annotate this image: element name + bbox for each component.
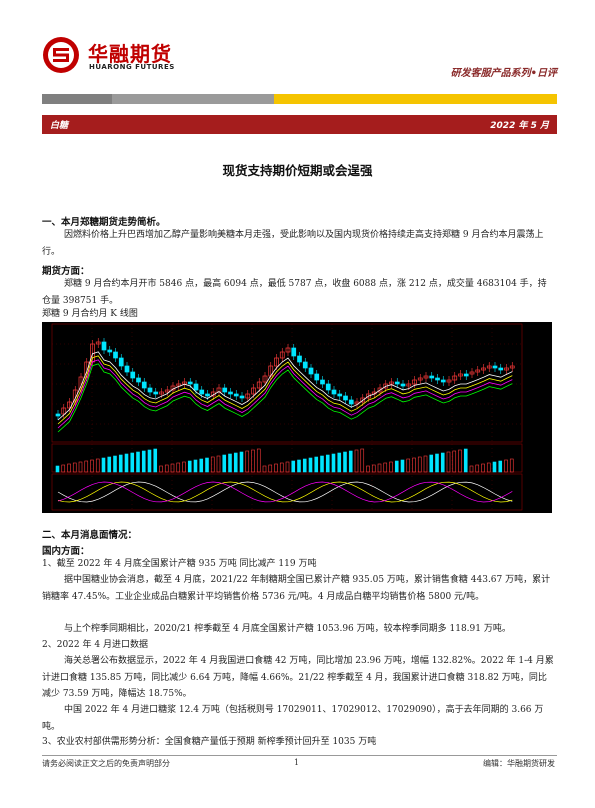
header-band-yellow bbox=[274, 94, 557, 104]
header-band-dark bbox=[42, 94, 112, 104]
news-item-3-title: 3、农业农村部供需形势分析：全国食糖产量低于预期 新榨季预计回升至 1035 万… bbox=[42, 737, 377, 747]
footer-editor: 编辑：华融期货研发 bbox=[483, 759, 555, 768]
news-item-1-para-2: 与上个榨季同期相比，2020/21 榨季截至 4 月底全国累计产糖 1053.9… bbox=[64, 624, 511, 634]
news-item-2-para-2: 中国 2022 年 4 月进口糖浆 12.4 万吨（包括税则号 17029011… bbox=[42, 705, 544, 732]
news-item-2-para-1: 海关总署公布数据显示，2022 年 4 月我国进口食糖 42 万吨，同比增加 2… bbox=[42, 656, 554, 699]
section2-heading: 二、本月消息面情况： bbox=[42, 530, 138, 541]
news-item-1-para-1: 据中国糖业协会消息，截至 4 月底，2021/22 年制糖期全国已累计产糖 93… bbox=[42, 575, 551, 602]
report-date: 2022 年 5 月 bbox=[490, 121, 549, 131]
futures-subheading: 期货方面： bbox=[42, 266, 90, 277]
section1-paragraph: 因燃料价格上升巴西增加乙醇产量影响美糖本月走强，受此影响以及国内现货价格持续走高… bbox=[42, 230, 544, 257]
footer-disclaimer: 请务必阅读正文之后的免责声明部分 bbox=[42, 759, 170, 768]
report-series: 研发客服产品系列•日评 bbox=[450, 68, 557, 79]
footer-divider bbox=[42, 755, 557, 756]
news-item-2-title: 2、2022 年 4 月进口数据 bbox=[42, 640, 148, 650]
domestic-subheading: 国内方面： bbox=[42, 546, 90, 557]
kline-chart-image bbox=[42, 322, 552, 513]
report-title: 现货支持期价短期或会逞强 bbox=[222, 163, 373, 178]
header-band bbox=[42, 94, 557, 104]
news-item-1-title: 1、截至 2022 年 4 月底全国累计产糖 935 万吨 同比减产 119 万… bbox=[42, 559, 317, 569]
category-label: 白糖 bbox=[50, 121, 69, 131]
category-bar: 白糖 2022 年 5 月 bbox=[42, 115, 557, 134]
section1-heading: 一、本月郑糖期货走势简析。 bbox=[42, 217, 166, 228]
chart-caption: 郑糖 9 月合约月 K 线图 bbox=[42, 309, 138, 319]
brand-name-en: HUARONG FUTURES bbox=[89, 63, 175, 71]
page-number: 1 bbox=[294, 758, 300, 767]
company-logo bbox=[42, 36, 80, 74]
futures-text: 郑糖 9 月合约本月开市 5846 点，最高 6094 点，最低 5787 点，… bbox=[42, 279, 547, 306]
